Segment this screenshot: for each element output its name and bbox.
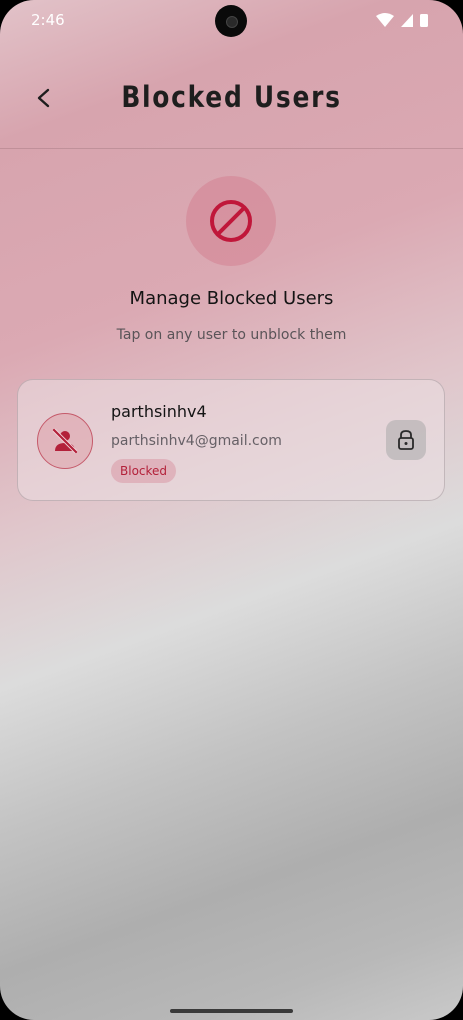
status-bar: 2:46 (0, 0, 463, 40)
hero-icon-circle (186, 176, 276, 266)
user-email: parthsinhv4@gmail.com (111, 433, 282, 449)
unblock-button[interactable] (386, 420, 426, 460)
avatar (37, 413, 93, 469)
header-divider (0, 148, 463, 149)
unlock-icon (398, 430, 414, 450)
person-off-icon (52, 428, 78, 454)
status-badge: Blocked (111, 459, 177, 483)
home-indicator[interactable] (170, 1009, 293, 1013)
battery-icon (420, 14, 428, 27)
signal-icon (401, 14, 413, 27)
section-title: Manage Blocked Users (129, 288, 334, 309)
front-camera (215, 5, 247, 37)
blocked-users-screen: 2:46 Blocked Users Manage Blocked Users … (0, 0, 463, 1020)
status-icons (376, 13, 428, 27)
user-name: parthsinhv4 (111, 402, 207, 421)
wifi-icon (376, 13, 394, 27)
page-title: Blocked Users (121, 80, 342, 114)
status-time: 2:46 (31, 11, 65, 29)
blocked-user-card[interactable]: parthsinhv4 parthsinhv4@gmail.com Blocke… (17, 379, 445, 501)
app-header: Blocked Users (0, 60, 463, 148)
section-subtitle: Tap on any user to unblock them (116, 327, 347, 343)
block-icon (210, 200, 252, 242)
